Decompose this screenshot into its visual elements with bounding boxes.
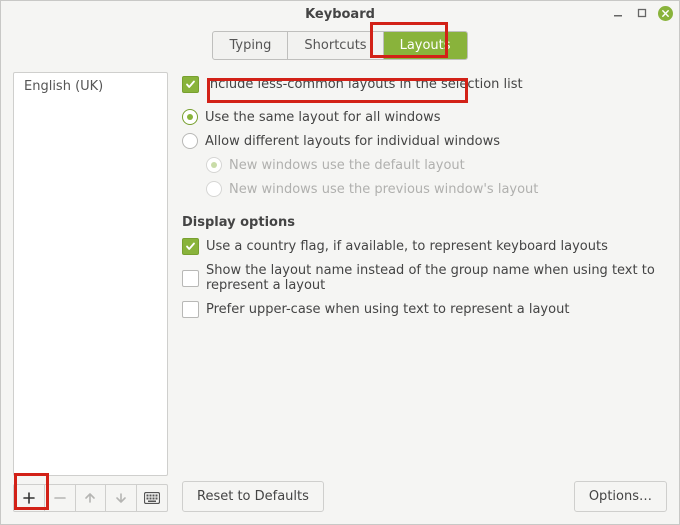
keyboard-settings-window: Keyboard Typing Shortcuts Layouts Englis…	[0, 0, 680, 525]
diff-layout-row[interactable]: Allow different layouts for individual w…	[182, 129, 667, 153]
show-layout-name-row[interactable]: Show the layout name instead of the grou…	[182, 259, 667, 297]
include-less-common-checkbox[interactable]	[182, 76, 199, 93]
maximize-button[interactable]	[634, 5, 650, 21]
include-less-common-row[interactable]: Include less-common layouts in the selec…	[182, 72, 667, 97]
layout-options-column: Include less-common layouts in the selec…	[182, 72, 667, 512]
use-country-flag-checkbox[interactable]	[182, 238, 199, 255]
move-up-button[interactable]	[76, 485, 107, 511]
display-options-title: Display options	[182, 215, 667, 230]
remove-layout-button[interactable]	[45, 485, 76, 511]
list-item[interactable]: English (UK)	[14, 73, 167, 100]
reset-defaults-button[interactable]: Reset to Defaults	[182, 481, 324, 512]
titlebar: Keyboard	[1, 1, 679, 27]
bottom-buttons: Reset to Defaults Options…	[182, 471, 667, 512]
preview-layout-button[interactable]	[137, 485, 167, 511]
new-win-previous-label: New windows use the previous window's la…	[229, 182, 538, 197]
diff-layout-label: Allow different layouts for individual w…	[205, 134, 500, 149]
layout-list-column: English (UK)	[13, 72, 168, 512]
same-layout-radio[interactable]	[182, 109, 198, 125]
tab-bar: Typing Shortcuts Layouts	[1, 27, 679, 60]
close-button[interactable]	[658, 6, 673, 21]
tab-typing[interactable]: Typing	[213, 32, 288, 59]
move-down-button[interactable]	[106, 485, 137, 511]
use-country-flag-row[interactable]: Use a country flag, if available, to rep…	[182, 234, 667, 259]
new-win-default-label: New windows use the default layout	[229, 158, 465, 173]
tab-layouts[interactable]: Layouts	[384, 32, 467, 59]
use-country-flag-label: Use a country flag, if available, to rep…	[206, 239, 608, 254]
prefer-upper-checkbox[interactable]	[182, 301, 199, 318]
add-layout-button[interactable]	[14, 485, 45, 511]
options-button[interactable]: Options…	[574, 481, 667, 512]
window-controls	[610, 5, 673, 21]
window-title: Keyboard	[305, 7, 375, 22]
layout-toolbar	[13, 484, 168, 512]
include-less-common-label: Include less-common layouts in the selec…	[206, 77, 523, 92]
new-win-default-row: New windows use the default layout	[182, 153, 667, 177]
diff-layout-radio[interactable]	[182, 133, 198, 149]
layout-list[interactable]: English (UK)	[13, 72, 168, 476]
prefer-upper-row[interactable]: Prefer upper-case when using text to rep…	[182, 297, 667, 322]
minimize-button[interactable]	[610, 5, 626, 21]
layouts-panel: English (UK)	[1, 60, 679, 524]
same-layout-row[interactable]: Use the same layout for all windows	[182, 105, 667, 129]
tab-shortcuts[interactable]: Shortcuts	[288, 32, 383, 59]
same-layout-label: Use the same layout for all windows	[205, 110, 441, 125]
new-win-previous-row: New windows use the previous window's la…	[182, 177, 667, 201]
new-win-previous-radio	[206, 181, 222, 197]
new-win-default-radio	[206, 157, 222, 173]
show-layout-name-checkbox[interactable]	[182, 270, 199, 287]
prefer-upper-label: Prefer upper-case when using text to rep…	[206, 302, 569, 317]
show-layout-name-label: Show the layout name instead of the grou…	[206, 263, 667, 293]
